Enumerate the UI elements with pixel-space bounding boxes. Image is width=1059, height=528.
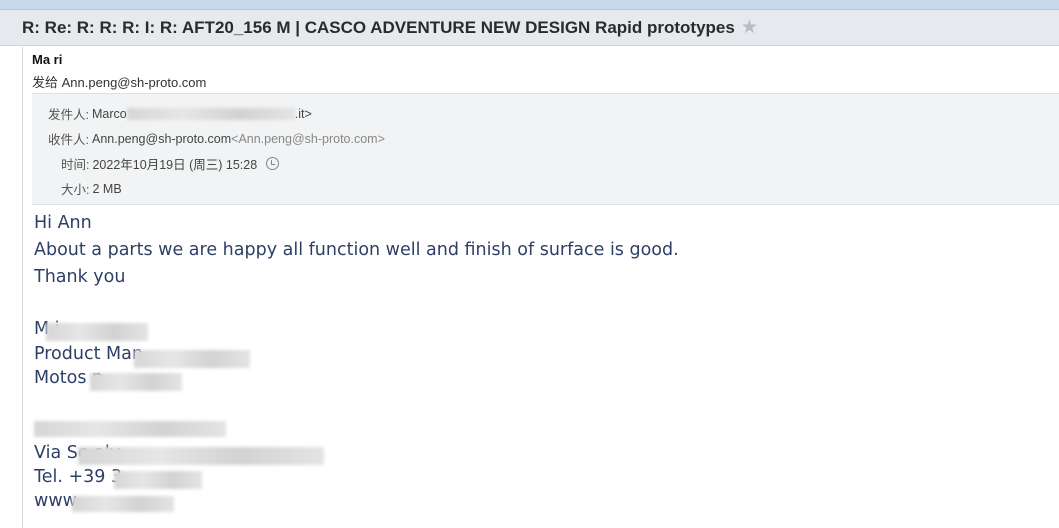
- clock-history-icon[interactable]: [266, 157, 280, 170]
- meta-to-row: 收件人: Ann.peng@sh-proto.com <Ann.peng@sh-…: [48, 129, 385, 148]
- body-thanks: Thank you: [34, 267, 126, 287]
- email-meta-block: 发件人: Marco .it> 收件人: Ann.peng@sh-proto.c…: [32, 93, 1059, 205]
- star-icon[interactable]: ★: [741, 18, 758, 37]
- time-label: 时间:: [61, 158, 90, 172]
- signature-title-redacted: [134, 350, 250, 368]
- sent-to-label: 发给: [32, 75, 59, 90]
- web-redacted: [72, 496, 174, 512]
- to-label: 收件人:: [48, 133, 89, 147]
- sender-name: Ma ri: [32, 52, 63, 67]
- to-address-bracket: <Ann.peng@sh-proto.com>: [231, 131, 385, 146]
- address-line-redacted: [78, 447, 324, 465]
- meta-from-row: 发件人: Marco .it>: [48, 104, 312, 123]
- body-greeting: Hi Ann: [34, 213, 92, 233]
- email-panel: Ma ri 发给 Ann.peng@sh-proto.com 发件人: Marc…: [22, 47, 1059, 528]
- from-redacted: [126, 107, 295, 120]
- from-value-end: .it>: [294, 106, 312, 121]
- signature-company-redacted: [90, 373, 182, 391]
- email-subject: R: Re: R: R: R: I: R: AFT20_156 M | CASC…: [22, 17, 735, 37]
- tel-redacted: [114, 471, 202, 489]
- signature-title: Product Man: [34, 344, 143, 364]
- meta-size-row: 大小: 2 MB: [61, 179, 122, 198]
- meta-time-row: 时间: 2022年10月19日 (周三) 15:28: [61, 154, 280, 173]
- size-value: 2 MB: [92, 181, 122, 196]
- signature-name-redacted: [46, 323, 148, 341]
- time-value: 2022年10月19日 (周三) 15:28: [92, 158, 258, 172]
- sent-to-address[interactable]: Ann.peng@sh-proto.com: [62, 75, 207, 90]
- window-top-strip: [0, 0, 1059, 10]
- from-value-start[interactable]: Marco: [92, 107, 127, 121]
- from-label: 发件人:: [48, 108, 89, 122]
- size-label: 大小:: [61, 183, 90, 197]
- address-redacted: [34, 421, 226, 437]
- body-message: About a parts we are happy all function …: [34, 240, 679, 260]
- signature-tel: Tel. +39 3: [34, 467, 123, 487]
- subject-bar: R: Re: R: R: R: I: R: AFT20_156 M | CASC…: [0, 10, 1059, 46]
- signature-web: www: [34, 491, 77, 511]
- to-address[interactable]: Ann.peng@sh-proto.com: [92, 132, 231, 146]
- sent-to-line: 发给 Ann.peng@sh-proto.com: [32, 72, 206, 91]
